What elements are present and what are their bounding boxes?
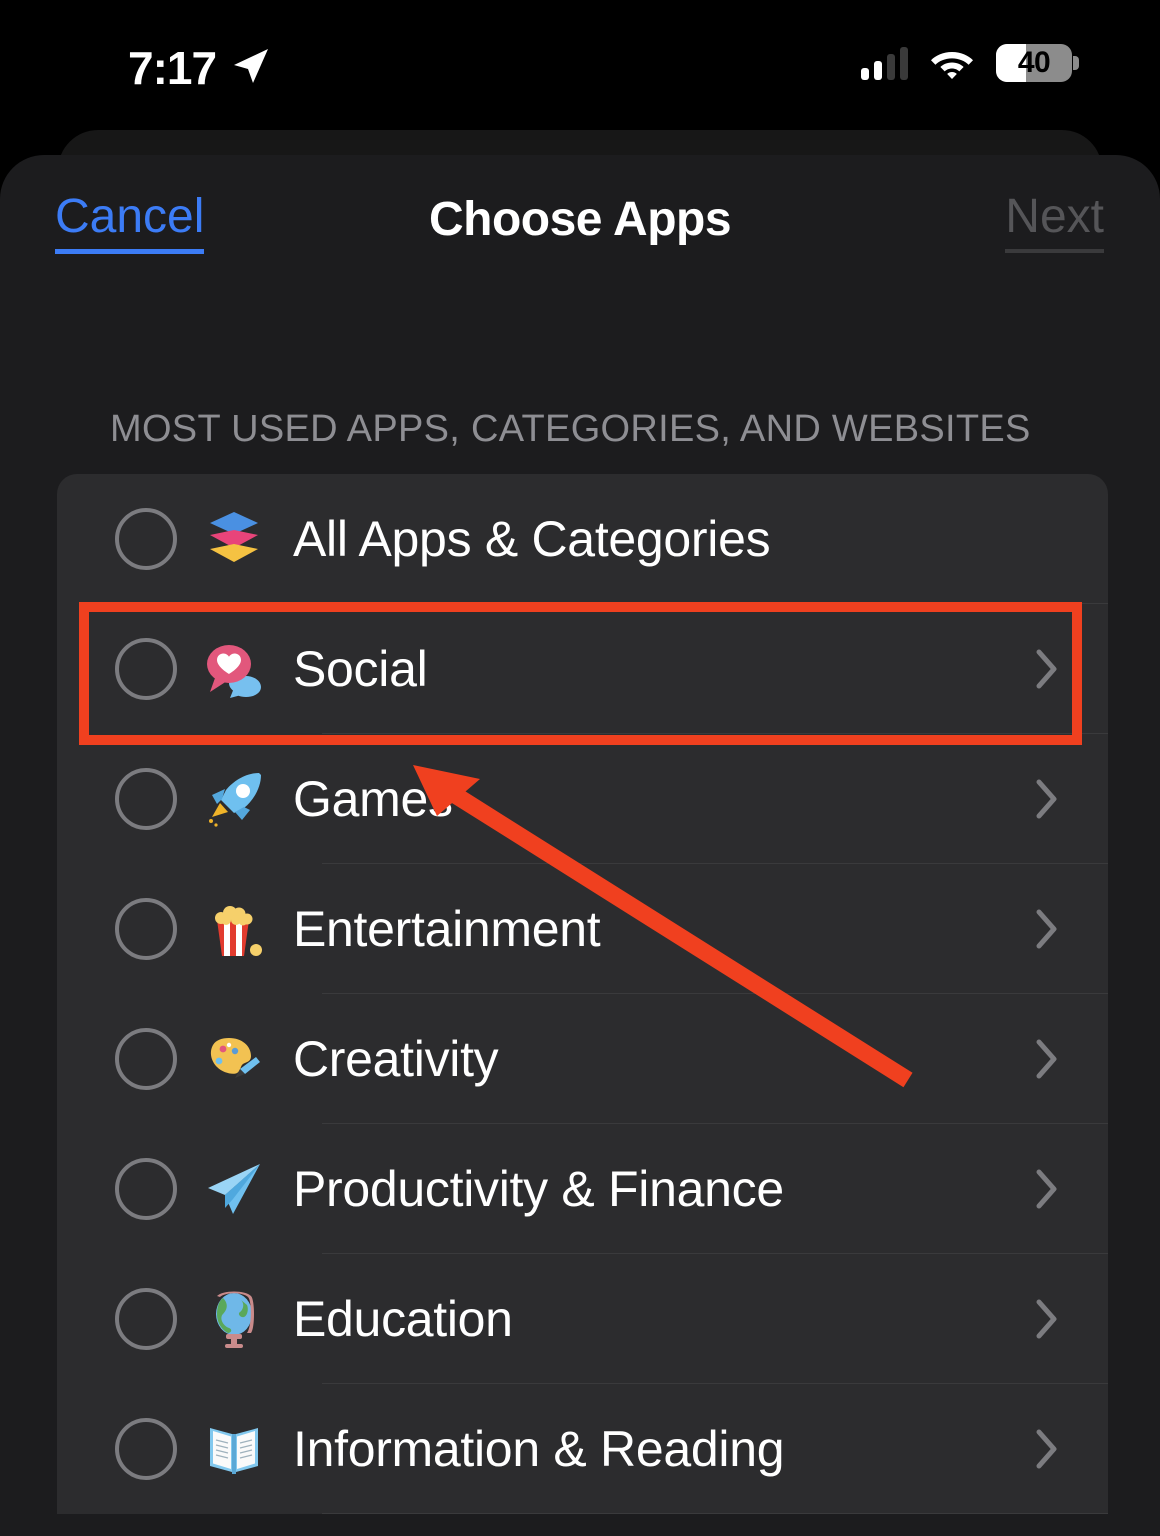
section-header: MOST USED APPS, CATEGORIES, AND WEBSITES (110, 408, 1031, 450)
layered-stack-icon (199, 508, 269, 570)
location-arrow-icon (234, 49, 268, 83)
list-item-label: Social (293, 641, 428, 697)
rocket-icon (199, 768, 269, 830)
wifi-icon (931, 52, 973, 79)
open-book-icon (199, 1418, 269, 1480)
radio-button[interactable] (115, 768, 177, 830)
chevron-right-icon (1036, 1299, 1057, 1339)
list-item[interactable]: Productivity & Finance (57, 1124, 1108, 1254)
list-item-label: Information & Reading (293, 1421, 785, 1477)
chevron-right-icon (1036, 649, 1057, 689)
list-item[interactable]: Creativity (57, 994, 1108, 1124)
radio-button[interactable] (115, 1288, 177, 1350)
category-list: All Apps & Categories Social Games Enter… (57, 474, 1108, 1514)
radio-button[interactable] (115, 898, 177, 960)
radio-button[interactable] (115, 1028, 177, 1090)
list-item-label: Games (293, 771, 453, 827)
chevron-right-icon (1036, 779, 1057, 819)
list-item[interactable]: All Apps & Categories (57, 474, 1108, 604)
radio-button[interactable] (115, 638, 177, 700)
list-item-label: Education (293, 1291, 513, 1347)
status-indicators: 40 (861, 44, 1079, 82)
popcorn-icon (199, 898, 269, 960)
radio-button[interactable] (115, 1158, 177, 1220)
list-item-label: Creativity (293, 1031, 499, 1087)
list-item[interactable]: Information & Reading (57, 1384, 1108, 1514)
list-item-label: Entertainment (293, 901, 601, 957)
status-bar: 7:17 40 (0, 0, 1160, 130)
list-item[interactable]: Social (57, 604, 1108, 734)
cellular-signal-icon (861, 46, 908, 80)
next-button[interactable]: Next (1005, 187, 1104, 253)
status-time: 7:17 (128, 42, 217, 94)
list-item-label: Productivity & Finance (293, 1161, 784, 1217)
list-item[interactable]: Entertainment (57, 864, 1108, 994)
navigation-bar: Cancel Choose Apps Next (0, 155, 1160, 300)
radio-button[interactable] (115, 508, 177, 570)
chevron-right-icon (1036, 1169, 1057, 1209)
list-item[interactable]: Games (57, 734, 1108, 864)
battery-icon: 40 (996, 44, 1079, 82)
globe-icon (199, 1288, 269, 1350)
list-item[interactable]: Education (57, 1254, 1108, 1384)
list-item-label: All Apps & Categories (293, 511, 771, 567)
chevron-right-icon (1036, 909, 1057, 949)
artist-palette-icon (199, 1028, 269, 1090)
page-title: Choose Apps (428, 193, 732, 246)
chevron-right-icon (1036, 1039, 1057, 1079)
iphone-screen: 7:17 40 Cancel Choose Apps Next MOST USE… (0, 0, 1160, 1536)
chevron-right-icon (1036, 1429, 1057, 1469)
social-speech-bubbles-icon (199, 638, 269, 700)
paper-plane-icon (199, 1158, 269, 1220)
battery-percent: 40 (1017, 46, 1051, 79)
radio-button[interactable] (115, 1418, 177, 1480)
